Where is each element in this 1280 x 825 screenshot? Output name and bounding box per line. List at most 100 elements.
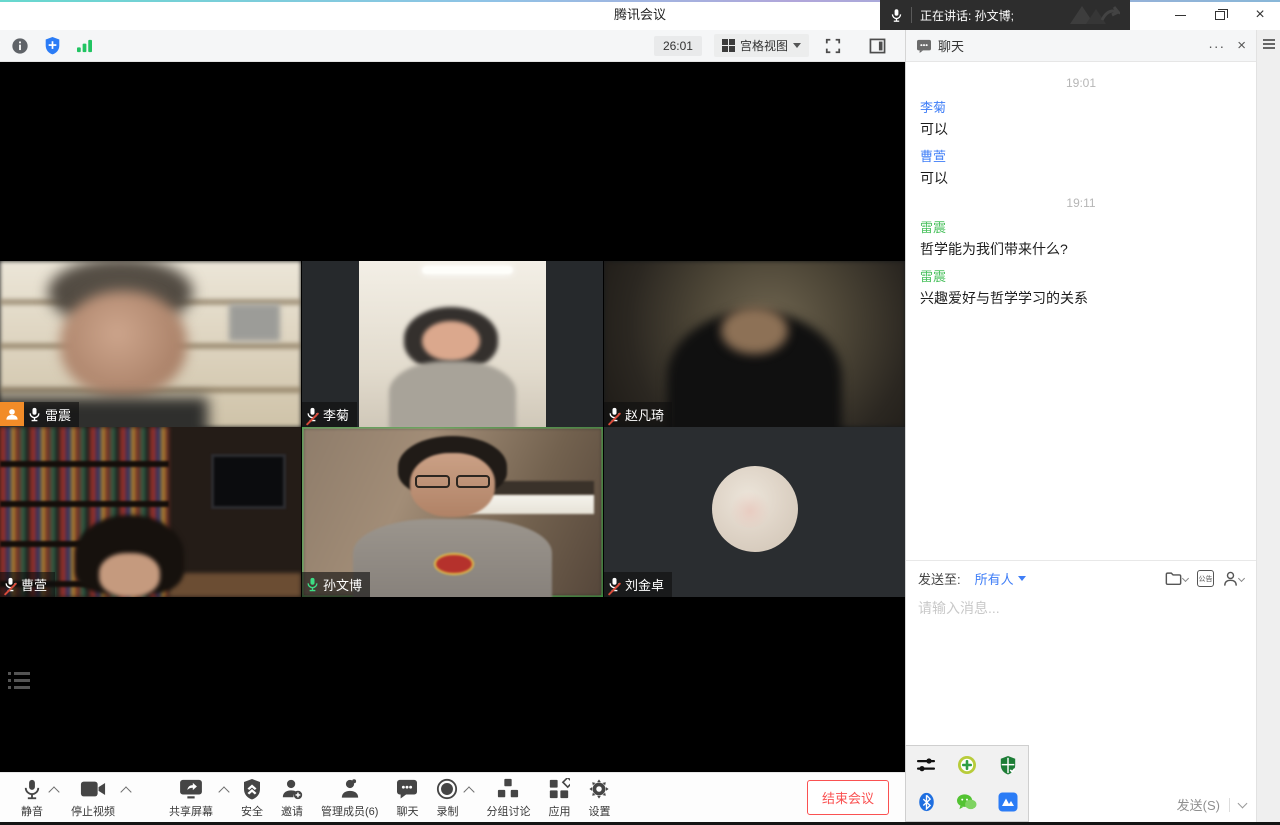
message-sender[interactable]: 雷震 — [920, 266, 1242, 285]
video-still — [415, 475, 490, 489]
participant-label: 刘金卓 — [604, 572, 672, 597]
apps-button[interactable]: 应用 — [539, 773, 579, 823]
video-still — [169, 573, 301, 597]
bluetooth-icon[interactable] — [915, 791, 937, 813]
video-tile-liujinzhuo[interactable]: 刘金卓 — [604, 427, 905, 597]
chat-button[interactable]: 聊天 — [387, 773, 427, 823]
antivirus-icon[interactable] — [956, 754, 978, 776]
divider — [1229, 798, 1230, 812]
apps-icon — [548, 776, 570, 802]
participant-name: 雷震 — [45, 405, 71, 424]
collapsed-list-icon[interactable] — [8, 672, 34, 693]
video-tile-caoxuan[interactable]: 曹萱 — [0, 427, 301, 597]
mic-muted-icon — [607, 407, 622, 422]
video-still — [229, 304, 280, 341]
participant-label: 曹萱 — [0, 572, 55, 597]
tencent-meeting-window: 腾讯会议 正在讲话: 孙文博; × — [0, 0, 1280, 825]
toggle-sidebar-button[interactable] — [865, 35, 889, 57]
speaking-label: 正在讲话: 孙文博; — [920, 7, 1014, 24]
mic-muted-icon — [305, 407, 320, 422]
invite-button[interactable]: 邀请 — [272, 773, 312, 823]
meeting-app-icon[interactable] — [997, 791, 1019, 813]
meeting-info-button[interactable] — [8, 35, 32, 57]
stop-video-button[interactable]: 停止视频 — [62, 773, 124, 823]
system-tray-popup — [905, 745, 1029, 822]
grid-view-icon — [722, 39, 735, 52]
participant-name: 刘金卓 — [625, 575, 664, 594]
settings-button[interactable]: 设置 — [579, 773, 619, 823]
breakout-rooms-button[interactable]: 分组讨论 — [477, 773, 539, 823]
breakout-rooms-icon — [497, 776, 519, 802]
manage-members-button[interactable]: 管理成员(6) — [312, 773, 387, 823]
network-signal-icon[interactable] — [72, 35, 96, 57]
participant-label: 赵凡琦 — [604, 402, 672, 427]
video-tile-zhaofanqi[interactable]: 赵凡琦 — [604, 261, 905, 427]
send-to-dropdown[interactable]: 所有人 — [975, 569, 1014, 588]
message-text: 兴趣爱好与哲学学习的关系 — [920, 288, 1242, 308]
chevron-down-icon — [1238, 575, 1245, 582]
chat-close-button[interactable]: × — [1237, 37, 1246, 54]
chat-bubble-icon — [396, 776, 418, 802]
chat-more-button[interactable]: ··· — [1208, 38, 1225, 54]
minimize-button[interactable] — [1160, 0, 1200, 30]
sliders-icon[interactable] — [915, 754, 937, 776]
mic-speaking-icon — [305, 577, 320, 592]
participant-name: 赵凡琦 — [625, 405, 664, 424]
collapsed-side-strip — [1256, 30, 1280, 822]
window-controls: × — [1160, 0, 1280, 30]
chevron-down-icon — [1018, 576, 1026, 581]
chat-message-list[interactable]: 19:01 李菊 可以 曹萱 可以 19:11 雷震 哲学能为我们带来什么? 雷… — [906, 62, 1256, 560]
message-sender[interactable]: 雷震 — [920, 217, 1242, 236]
chat-history-folder-button[interactable] — [1165, 571, 1188, 586]
invite-person-icon — [281, 776, 303, 802]
message-sender[interactable]: 李菊 — [920, 97, 1242, 116]
private-chat-button[interactable] — [1223, 571, 1244, 587]
chat-title: 聊天 — [938, 36, 964, 55]
chevron-down-icon — [1182, 575, 1189, 582]
gear-icon — [588, 776, 610, 802]
video-tile-leizhen[interactable]: 雷震 — [0, 261, 301, 427]
send-button[interactable]: 发送(S) — [1177, 795, 1220, 814]
defender-shield-icon[interactable] — [997, 754, 1019, 776]
participant-label: 孙文博 — [302, 572, 370, 597]
security-button[interactable]: 安全 — [232, 773, 272, 823]
mic-icon — [890, 8, 903, 23]
video-grid: 雷震 李菊 — [0, 62, 905, 772]
chat-header: 聊天 ··· × — [906, 30, 1256, 62]
meeting-logo-icon — [1068, 4, 1120, 26]
chat-compose-area: 发送至: 所有人 公告 — [906, 560, 1256, 713]
menu-icon[interactable] — [1263, 39, 1275, 49]
record-button[interactable]: 录制 — [427, 773, 467, 823]
message-timestamp: 19:11 — [920, 196, 1242, 210]
microphone-icon — [22, 776, 42, 802]
meeting-control-bar: 静音 停止视频 共享屏幕 安全 邀请 — [0, 772, 905, 822]
video-tile-sunwenbo[interactable]: 孙文博 — [302, 427, 603, 597]
send-options-chevron-icon[interactable] — [1238, 798, 1248, 808]
participant-name: 曹萱 — [21, 575, 47, 594]
message-timestamp: 19:01 — [920, 76, 1242, 90]
view-mode-label: 宫格视图 — [740, 37, 788, 54]
message-input[interactable] — [918, 598, 1244, 708]
video-still — [721, 307, 787, 353]
speaking-indicator-bar: 正在讲话: 孙文博; — [880, 0, 1130, 30]
message-sender[interactable]: 曹萱 — [920, 146, 1242, 165]
message-text: 可以 — [920, 168, 1242, 188]
share-screen-button[interactable]: 共享屏幕 — [160, 773, 222, 823]
announcement-button[interactable]: 公告 — [1197, 570, 1214, 587]
host-badge-icon — [0, 402, 24, 426]
titlebar: 腾讯会议 正在讲话: 孙文博; × — [0, 0, 1280, 30]
mic-muted-icon — [607, 577, 622, 592]
end-meeting-button[interactable]: 结束会议 — [807, 780, 889, 815]
mute-button[interactable]: 静音 — [12, 773, 52, 823]
meeting-security-shield-icon[interactable] — [40, 35, 64, 57]
chat-bubble-icon — [916, 39, 932, 53]
close-button[interactable]: × — [1240, 0, 1280, 30]
avatar — [712, 466, 798, 552]
video-still — [389, 361, 515, 427]
wechat-icon[interactable] — [956, 791, 978, 813]
fullscreen-button[interactable] — [821, 35, 845, 57]
restore-button[interactable] — [1200, 0, 1240, 30]
video-tile-liju[interactable]: 李菊 — [302, 261, 603, 427]
participant-name: 李菊 — [323, 405, 349, 424]
view-mode-dropdown[interactable]: 宫格视图 — [714, 34, 809, 57]
